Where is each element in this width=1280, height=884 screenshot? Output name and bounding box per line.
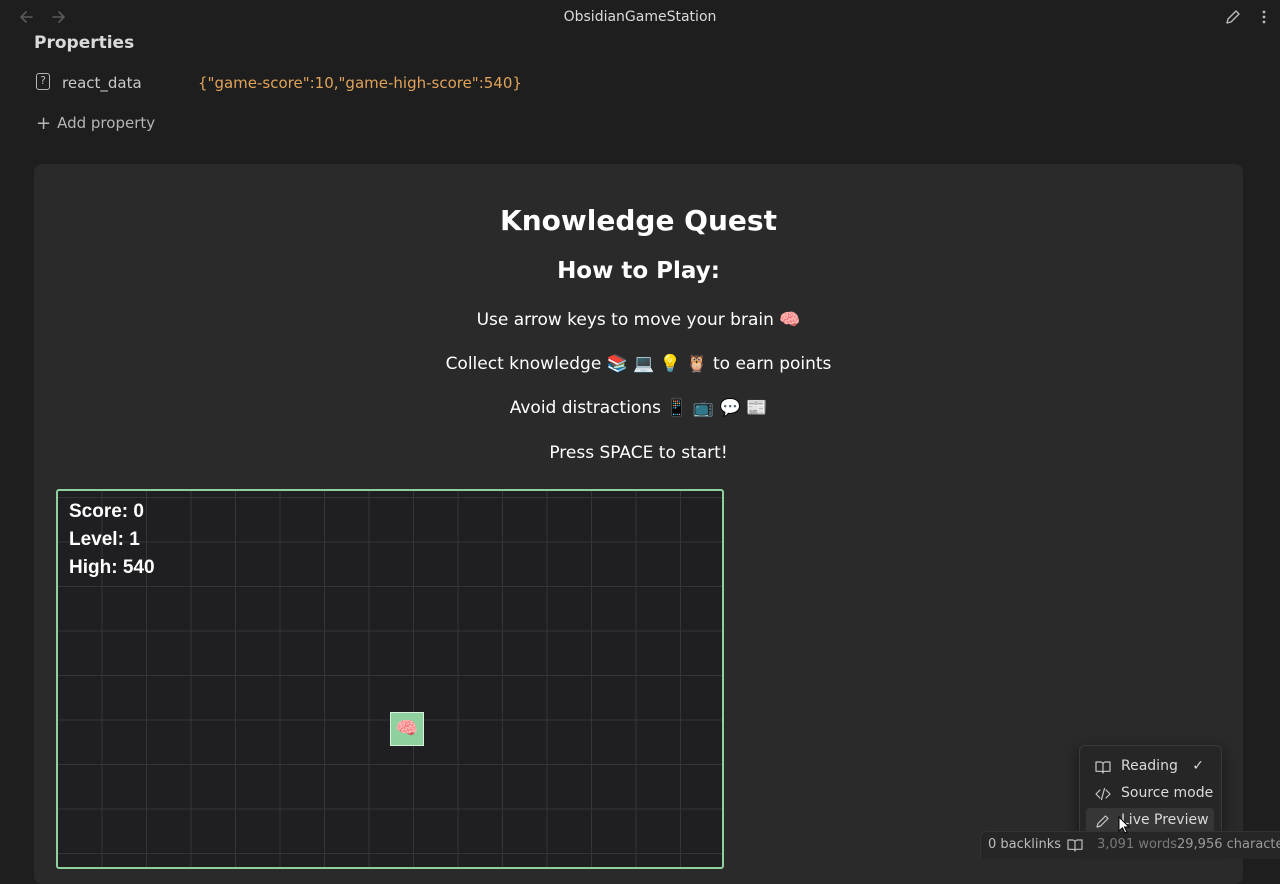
menu-item-label: Source mode bbox=[1121, 785, 1214, 801]
view-mode-menu: Reading ✓ Source mode Live Preview bbox=[1079, 745, 1222, 841]
instruction-collect: Collect knowledge 📚 💻 💡 🦉 to earn points bbox=[445, 354, 832, 374]
title-bar: ObsidianGameStation bbox=[0, 0, 1280, 34]
menu-item-label: Reading bbox=[1121, 758, 1178, 774]
book-open-icon[interactable] bbox=[1067, 837, 1083, 853]
player-brain: 🧠 bbox=[390, 712, 424, 746]
add-property-label: Add property bbox=[57, 114, 156, 132]
game-title: Knowledge Quest bbox=[500, 204, 777, 237]
hud-score: Score: 0 bbox=[69, 501, 144, 522]
backlinks-count[interactable]: 0 backlinks bbox=[988, 837, 1061, 852]
word-count: 3,091 words bbox=[1097, 837, 1178, 852]
property-value[interactable]: {"game-score":10,"game-high-score":540} bbox=[198, 74, 522, 92]
menu-item-reading[interactable]: Reading ✓ bbox=[1086, 754, 1214, 780]
mouse-cursor-icon bbox=[1118, 815, 1131, 834]
pencil-icon[interactable] bbox=[1224, 8, 1242, 26]
question-file-icon: ? bbox=[36, 73, 50, 90]
add-property-button[interactable]: + Add property bbox=[36, 112, 156, 134]
property-row-react-data[interactable]: ? react_data {"game-score":10,"game-high… bbox=[34, 72, 634, 94]
book-open-icon bbox=[1095, 759, 1111, 775]
how-to-heading: How to Play: bbox=[557, 258, 720, 284]
property-key[interactable]: react_data bbox=[62, 74, 142, 92]
hud-high-score: High: 540 bbox=[69, 557, 155, 578]
game-panel: Knowledge Quest How to Play: Use arrow k… bbox=[34, 164, 1243, 884]
check-icon: ✓ bbox=[1192, 758, 1204, 774]
instruction-start: Press SPACE to start! bbox=[549, 443, 728, 463]
code-icon bbox=[1095, 786, 1111, 802]
pencil-icon bbox=[1095, 813, 1111, 829]
menu-item-source-mode[interactable]: Source mode bbox=[1086, 781, 1214, 807]
window-title: ObsidianGameStation bbox=[563, 9, 717, 25]
instruction-move: Use arrow keys to move your brain 🧠 bbox=[476, 310, 801, 330]
instruction-avoid: Avoid distractions 📱 📺 💬 📰 bbox=[509, 398, 768, 418]
hud-level: Level: 1 bbox=[69, 529, 140, 550]
game-canvas[interactable]: Score: 0 Level: 1 High: 540 🧠 bbox=[56, 489, 724, 869]
character-count: 29,956 characters bbox=[1177, 837, 1280, 852]
menu-item-label: Live Preview bbox=[1121, 812, 1209, 828]
plus-icon: + bbox=[36, 113, 52, 134]
status-bar: 0 backlinks 3,091 words 29,956 character… bbox=[980, 831, 1280, 859]
properties-heading: Properties bbox=[34, 33, 135, 53]
more-vertical-icon[interactable] bbox=[1258, 8, 1270, 26]
